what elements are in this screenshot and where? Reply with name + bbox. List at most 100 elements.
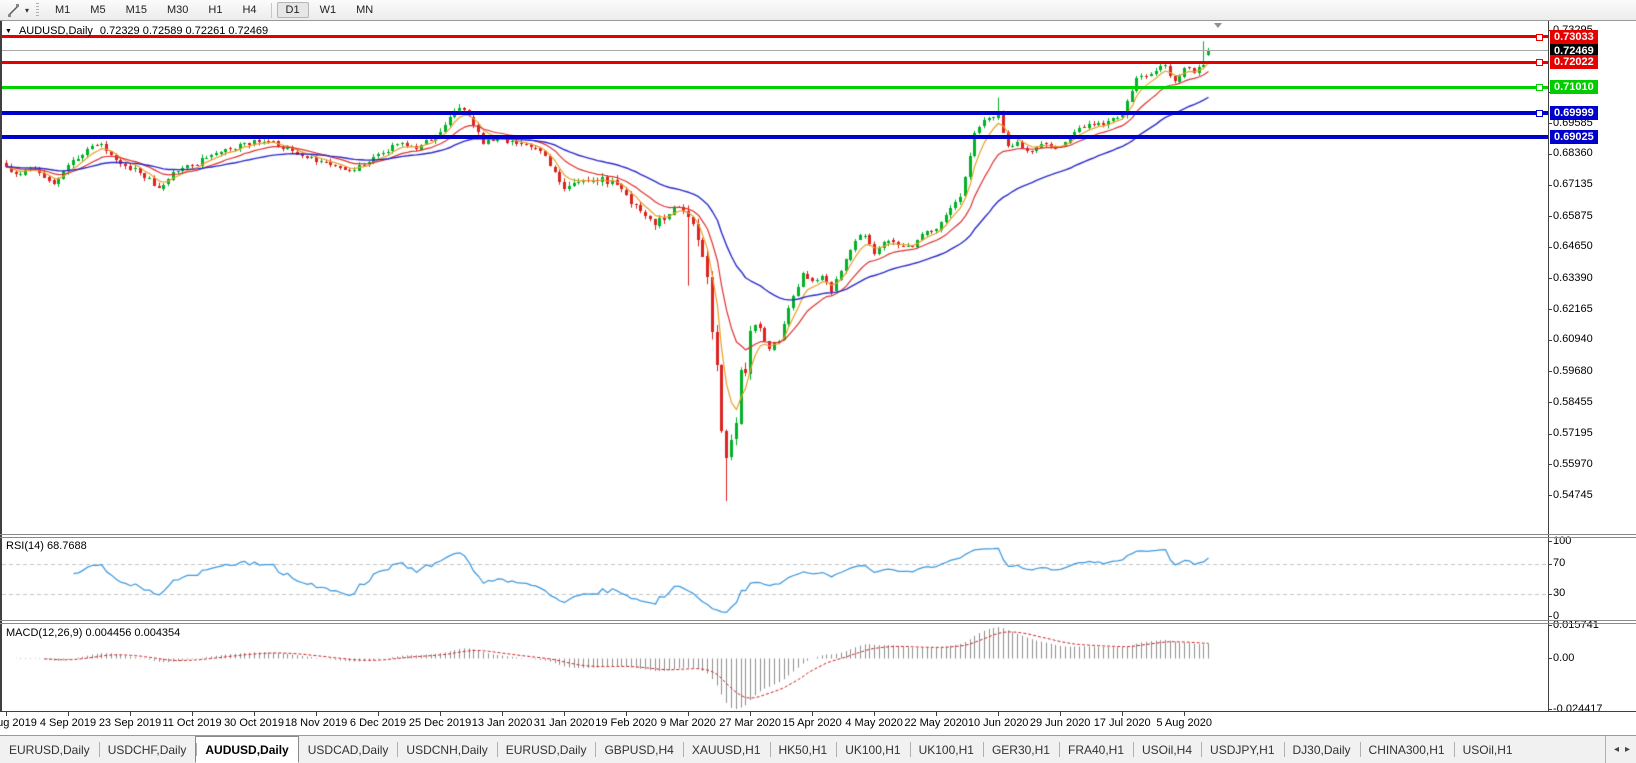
period-button-h4[interactable]: H4 (233, 2, 265, 18)
price-tag-0.72022: 0.72022 (1550, 55, 1598, 70)
macd-indicator-label: MACD(12,26,9) 0.004456 0.004354 (6, 627, 181, 639)
period-toolbar: ▾ M1 M5 M15 M30 H1 H4 D1 W1 MN (0, 0, 1636, 21)
chart-title-row: ▼ AUDUSD,Daily 0.72329 0.72589 0.72261 0… (5, 25, 268, 37)
support-line-0.71010[interactable] (2, 85, 1548, 89)
date-tick-mark (936, 712, 938, 716)
date-tick-mark (130, 712, 132, 716)
resistance-line-0.72022[interactable] (2, 60, 1548, 64)
support-line-0.69025[interactable] (2, 135, 1548, 140)
chart-tabs-bar: EURUSD,Daily USDCHF,Daily AUDUSD,Daily USDC… (0, 735, 1636, 763)
tab-audusd-daily[interactable]: AUDUSD,Daily (195, 736, 299, 763)
tab-hk50-h1[interactable]: HK50,H1 (769, 736, 837, 763)
chart-window: ▼ AUDUSD,Daily 0.72329 0.72589 0.72261 0… (0, 21, 1636, 735)
price-tag-0.73033: 0.73033 (1550, 29, 1598, 44)
price-tick-label: 0.58455 (1553, 395, 1593, 408)
date-tick-mark (564, 712, 566, 716)
line-studies-icon[interactable] (4, 2, 22, 18)
date-label: 5 Aug 2020 (1156, 717, 1213, 729)
price-tick-label: 0.63390 (1553, 271, 1593, 284)
date-tick-mark (192, 712, 194, 716)
price-tick-label: 0.54745 (1553, 488, 1593, 501)
date-tick-mark (68, 712, 69, 716)
toolbar-grip[interactable] (36, 3, 39, 17)
tab-ger30-h1[interactable]: GER30,H1 (982, 736, 1059, 763)
date-tick-mark (750, 712, 752, 716)
date-tick-mark (502, 712, 504, 716)
tab-xauusd-h1[interactable]: XAUUSD,H1 (682, 736, 770, 763)
price-tick-label: 0.62165 (1553, 302, 1593, 315)
price-tag-0.69999: 0.69999 (1550, 105, 1598, 120)
support-line-0.69999[interactable] (2, 110, 1548, 115)
period-button-m30[interactable]: M30 (158, 2, 197, 18)
tab-uk100-h1[interactable]: UK100,H1 (909, 736, 983, 763)
line-handle-0.69999[interactable] (1536, 109, 1543, 117)
tab-fra40-h1[interactable]: FRA40,H1 (1058, 736, 1133, 763)
dropdown-caret-icon[interactable]: ▾ (22, 6, 32, 15)
rsi-macd-separator[interactable] (0, 620, 1636, 621)
date-tick-mark (874, 712, 876, 716)
price-tick-label: 0.64650 (1553, 240, 1593, 253)
current-price-line-0.72469[interactable] (2, 50, 1548, 52)
chart-symbol-title: AUDUSD,Daily (18, 25, 93, 37)
toolbar-separator (270, 2, 272, 18)
macd-tick-label: -0.024417 (1553, 702, 1603, 715)
tab-dj30-daily[interactable]: DJ30,Daily (1283, 736, 1360, 763)
tab-eurusd-daily[interactable]: EURUSD,Daily (496, 736, 596, 763)
date-tick-mark (6, 712, 7, 716)
tabs-scroll-right-icon[interactable]: ▸ (1625, 744, 1630, 755)
price-tick-label: 0.59680 (1553, 364, 1593, 377)
line-handle-0.72022[interactable] (1536, 59, 1543, 67)
date-tick-mark (378, 712, 380, 716)
period-button-mn[interactable]: MN (347, 2, 382, 18)
tab-china300-h1[interactable]: CHINA300,H1 (1359, 736, 1454, 763)
date-tick-mark (1122, 712, 1124, 716)
tab-eurusd-daily[interactable]: EURUSD,Daily (0, 736, 99, 763)
rsi-tick-label: 70 (1553, 557, 1566, 569)
date-tick-mark (688, 712, 690, 716)
tab-usdcad-daily[interactable]: USDCAD,Daily (299, 736, 398, 763)
price-tick-label: 0.68360 (1553, 147, 1593, 160)
price-tag-0.71010: 0.71010 (1550, 80, 1598, 95)
period-button-h1[interactable]: H1 (199, 2, 231, 18)
period-button-m5[interactable]: M5 (81, 2, 114, 18)
chart-collapse-icon[interactable]: ▼ (5, 28, 12, 35)
date-tick-mark (316, 712, 318, 716)
rsi-tick-label: 30 (1553, 587, 1566, 599)
chart-shift-marker-icon[interactable] (1214, 23, 1222, 28)
period-buttons: M1 M5 M15 M30 H1 H4 D1 W1 MN (45, 2, 383, 18)
line-handle-0.73033[interactable] (1536, 33, 1543, 41)
chart-canvas[interactable] (0, 21, 1636, 735)
tabs-scroll-left-icon[interactable]: ◂ (1614, 744, 1619, 755)
time-axis-border (0, 711, 1636, 712)
tab-usdchf-daily[interactable]: USDCHF,Daily (98, 736, 196, 763)
line-handle-0.71010[interactable] (1536, 84, 1543, 92)
date-tick-mark (1060, 712, 1062, 716)
tabs-scroll-arrows: ◂ ▸ (1604, 736, 1636, 763)
tab-usoil-h4[interactable]: USOil,H4 (1133, 736, 1201, 763)
plot-left-border (0, 21, 2, 712)
chart-ohlc-values: 0.72329 0.72589 0.72261 0.72469 (99, 25, 269, 37)
price-tag-0.69025: 0.69025 (1550, 130, 1598, 145)
date-tick-mark (626, 712, 628, 716)
tab-usoil-h1[interactable]: USOil,H1 (1453, 736, 1522, 763)
date-tick-mark (254, 712, 256, 716)
tab-uk100-h1[interactable]: UK100,H1 (836, 736, 909, 763)
main-rsi-separator[interactable] (0, 537, 1636, 538)
date-tick-mark (812, 712, 814, 716)
period-button-m1[interactable]: M1 (46, 2, 79, 18)
price-tick-label: 0.55970 (1553, 457, 1593, 470)
rsi-macd-separator[interactable] (0, 623, 1636, 624)
price-tick-label: 0.67135 (1553, 178, 1593, 191)
period-button-w1[interactable]: W1 (311, 2, 346, 18)
price-tick-label: 0.65875 (1553, 209, 1593, 222)
price-tick-label: 0.57195 (1553, 427, 1593, 440)
price-axis-border (1548, 21, 1549, 712)
tab-usdcnh-daily[interactable]: USDCNH,Daily (397, 736, 496, 763)
date-tick-mark (998, 712, 1000, 716)
tab-gbpusd-h4[interactable]: GBPUSD,H4 (595, 736, 682, 763)
period-button-d1[interactable]: D1 (276, 2, 309, 18)
rsi-indicator-label: RSI(14) 68.7688 (6, 540, 87, 552)
period-button-m15[interactable]: M15 (117, 2, 156, 18)
tab-usdjpy-h1[interactable]: USDJPY,H1 (1201, 736, 1283, 763)
main-rsi-separator[interactable] (0, 534, 1636, 535)
